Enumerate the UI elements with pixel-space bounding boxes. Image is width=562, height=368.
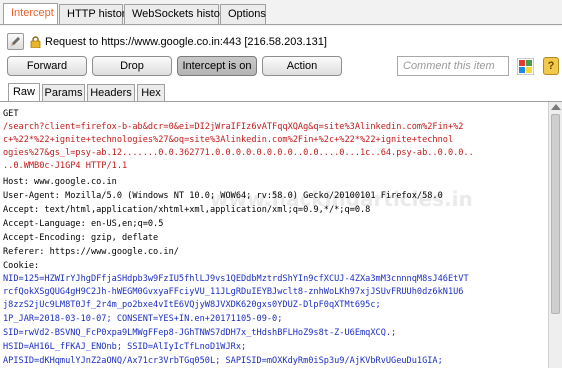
cookie-line-1: NID=125=HZWIrYJhgDFfjaSHdpb3w9FzIU5fhlLJ…: [3, 274, 469, 284]
tab-divider: [0, 24, 562, 25]
header-accept-encoding: Accept-Encoding: gzip, deflate: [3, 233, 159, 243]
request-target-text: Request to https://www.google.co.in:443 …: [45, 36, 327, 48]
request-line-2: /search?client=firefox-b-ab&dcr=0&ei=DI2…: [3, 122, 464, 132]
cookie-line-3: j8zzS2jUc9LM8T0Jf_2r4m_po2bxe4vItE6VQjyW…: [3, 300, 381, 310]
header-host: Host: www.google.co.in: [3, 177, 117, 187]
lock-icon: [30, 36, 41, 48]
scrollbar-thumb[interactable]: [551, 114, 560, 314]
highlight-color-icon[interactable]: [517, 58, 534, 75]
cookie-line-7: APISID=dKHqmulYJnZ2aONQ/Ax71cr3VrbTGq050…: [3, 356, 443, 366]
comment-input[interactable]: Comment this item: [397, 56, 509, 76]
request-line-3: c+%22*%22+ignite+technologies%27&oq=site…: [3, 135, 454, 145]
forward-button[interactable]: Forward: [7, 56, 87, 76]
scroll-up-arrow-icon[interactable]: [551, 104, 561, 110]
raw-request-editor[interactable]: www.hackingarticles.in www.hackingarticl…: [0, 102, 548, 368]
cookie-line-5: SID=rwVd2-BSVNQ_FcP0xpa9LMWgFFep8-JGhTNW…: [3, 328, 397, 338]
intercept-toggle-button[interactable]: Intercept is on: [177, 56, 257, 76]
header-cookie: Cookie:: [3, 261, 40, 271]
header-referer: Referer: https://www.google.co.in/: [3, 247, 179, 257]
tab-intercept[interactable]: Intercept: [3, 3, 58, 25]
tab-websockets-history[interactable]: WebSockets history: [124, 4, 229, 24]
request-line-1: GET: [3, 109, 19, 119]
request-line-5: ..0.WMB0c-J1GP4 HTTP/1.1: [3, 161, 128, 171]
proxy-tab-bar: Intercept HTTP history WebSockets histor…: [0, 0, 562, 26]
cookie-line-4: 1P_JAR=2018-03-10-07; CONSENT=YES+IN.en+…: [3, 314, 283, 324]
pencil-icon: [11, 37, 20, 46]
tab-http-history[interactable]: HTTP history: [59, 4, 131, 24]
action-button[interactable]: Action: [262, 56, 342, 76]
cookie-line-2: rcfQokXSgQUG4gH9C2Jh-hWEGM0GvxyaFFciyVU_…: [3, 287, 464, 297]
cookie-line-6: HSID=AH16L_fFKAJ_ENOnb; SSID=AlIyIcTfLno…: [3, 342, 247, 352]
header-accept: Accept: text/html,application/xhtml+xml,…: [3, 205, 371, 215]
help-icon[interactable]: ?: [543, 57, 559, 75]
tab-options[interactable]: Options: [220, 4, 266, 24]
message-view-tabs: Raw Params Headers Hex: [0, 83, 562, 103]
header-accept-language: Accept-Language: en-US,en;q=0.5: [3, 219, 164, 229]
editor-scrollbar[interactable]: [548, 102, 562, 368]
edit-pencil-button[interactable]: [7, 33, 24, 50]
request-line-4: ogies%27&gs_l=psy-ab.12.......0.0.362771…: [3, 148, 474, 158]
intercept-toolbar: Forward Drop Intercept is on Action Comm…: [0, 56, 562, 80]
request-info-bar: Request to https://www.google.co.in:443 …: [0, 28, 562, 54]
tab-raw[interactable]: Raw: [8, 83, 40, 103]
drop-button[interactable]: Drop: [92, 56, 172, 76]
header-user-agent: User-Agent: Mozilla/5.0 (Windows NT 10.0…: [3, 191, 443, 201]
